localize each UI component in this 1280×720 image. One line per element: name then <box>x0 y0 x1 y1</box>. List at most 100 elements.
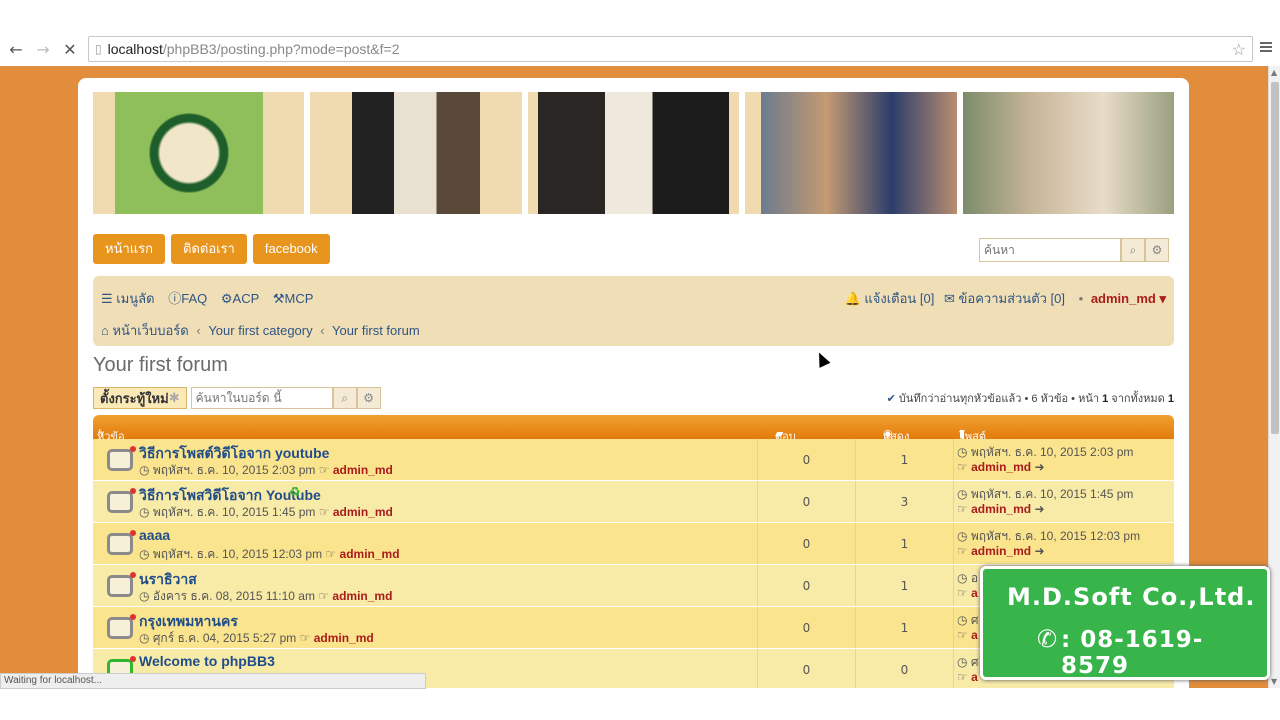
topic-author[interactable]: admin_md <box>340 547 400 561</box>
author-icon: ☞ <box>957 502 972 516</box>
forum-search-input[interactable] <box>190 387 333 409</box>
new-topic-button[interactable]: ตั้งกระทู้ใหม่ ✱ <box>93 387 187 409</box>
user-menu[interactable]: admin_md ▾ <box>1091 291 1166 306</box>
views-count: 1 <box>855 439 953 480</box>
browser-chrome: ← → ✕ ▯ localhost/phpBB3/posting.php?mod… <box>0 0 1280 66</box>
menu-icon[interactable] <box>1260 40 1272 54</box>
hamburger-icon: ☰ <box>101 291 117 306</box>
last-post-date: อ <box>970 571 979 585</box>
tab-contact[interactable]: ติดต่อเรา <box>171 234 247 264</box>
page-title[interactable]: Your first forum <box>93 354 1174 377</box>
top-search: ⌕ ⚙ <box>979 238 1169 262</box>
cogs-icon: ⚙ <box>220 291 233 306</box>
mcp-link[interactable]: ⚒MCP <box>273 291 314 306</box>
table-header: ϟหัวข้อ ▰ ตอบกลับ ◉ แสดง ▮ โพสต์ล่าสุด <box>93 415 1174 461</box>
quick-links-menu[interactable]: ☰ เมนูลัด <box>101 291 155 306</box>
author-icon: ☞ <box>957 628 972 642</box>
topic-author[interactable]: admin_md <box>333 505 393 519</box>
topic-title[interactable]: aaaa <box>139 527 170 543</box>
author-icon: ☞ <box>318 505 330 519</box>
replies-count: 0 <box>757 523 855 564</box>
bookmark-star-icon[interactable]: ☆ <box>1232 40 1246 60</box>
acp-label: ACP <box>232 291 260 306</box>
views-count: 1 <box>855 565 953 606</box>
topic-author[interactable]: admin_md <box>332 589 392 603</box>
page-icon: ▯ <box>95 42 102 56</box>
page-total: 1 <box>1167 393 1174 405</box>
breadcrumb-category[interactable]: Your first category <box>208 323 312 338</box>
search-icon[interactable]: ⌕ <box>1121 238 1145 262</box>
last-post-date: ศ <box>970 655 979 669</box>
topic-status-icon <box>107 614 136 639</box>
breadcrumb-forum[interactable]: Your first forum <box>332 323 420 338</box>
faq-label: FAQ <box>181 291 208 306</box>
author-icon: ☞ <box>957 544 972 558</box>
search-input[interactable] <box>979 238 1121 262</box>
tab-facebook[interactable]: facebook <box>252 234 330 264</box>
phone-icon: ✆ <box>1037 625 1058 653</box>
envelope-icon: ✉ <box>943 291 955 306</box>
goto-post-icon[interactable]: ➜ <box>1034 544 1044 558</box>
goto-post-icon[interactable]: ➜ <box>1034 460 1044 474</box>
scroll-up-icon[interactable]: ▲ <box>1271 68 1277 77</box>
banner-family-image <box>745 92 957 214</box>
topic-meta: ◷ ศุกร์ ธ.ค. 04, 2015 5:27 pm ☞ admin_md <box>139 629 374 648</box>
gear-icon[interactable]: ⚙ <box>1145 238 1169 262</box>
back-icon[interactable]: ← <box>3 36 29 62</box>
topic-status-icon <box>107 530 136 555</box>
topic-meta: ◷ อังคาร ธ.ค. 08, 2015 11:10 am ☞ admin_… <box>139 587 392 606</box>
url-host: localhost <box>107 41 163 57</box>
bell-icon: 🔔 <box>844 291 861 306</box>
new-topic-label: ตั้งกระทู้ใหม่ <box>100 391 169 407</box>
clock-icon: ◷ <box>957 613 971 627</box>
messages-link[interactable]: ✉ ข้อความส่วนตัว [0] <box>944 291 1065 306</box>
forum-search-icon[interactable]: ⌕ <box>332 387 357 409</box>
header-banner <box>93 92 1175 214</box>
topic-date: พฤหัสฯ. ธ.ค. 10, 2015 2:03 pm <box>152 463 316 477</box>
goto-post-icon[interactable]: ➜ <box>1034 502 1044 516</box>
clock-icon: ◷ <box>139 631 153 645</box>
browser-toolbar: ← → ✕ ▯ localhost/phpBB3/posting.php?mod… <box>0 34 1280 64</box>
messages-label: ข้อความส่วนตัว [0] <box>958 291 1066 306</box>
views-count: 0 <box>855 649 953 688</box>
notifications-label: แจ้งเตือน [0] <box>864 291 935 306</box>
clock-icon: ◷ <box>957 445 971 459</box>
clock-icon: ◷ <box>957 571 971 585</box>
topic-date: อังคาร ธ.ค. 08, 2015 11:10 am <box>152 589 315 603</box>
topic-meta: ◷ พฤหัสฯ. ธ.ค. 10, 2015 12:03 pm ☞ admin… <box>139 545 400 564</box>
last-post-meta: ◷ พฤหัสฯ. ธ.ค. 10, 2015 2:03 pm ☞ admin_m… <box>957 445 1133 475</box>
last-post-author[interactable]: admin_md <box>971 544 1031 558</box>
last-post-author[interactable]: admin_md <box>971 502 1031 516</box>
breadcrumb-home[interactable]: หน้าเว็บบอร์ด <box>112 323 188 338</box>
tab-home[interactable]: หน้าแรก <box>93 234 165 264</box>
last-post-date: พฤหัสฯ. ธ.ค. 10, 2015 1:45 pm <box>970 487 1134 501</box>
topic-author[interactable]: admin_md <box>333 463 393 477</box>
quick-links-row: ☰ เมนูลัด ⓘFAQ ⚙ACP ⚒MCP 🔔 แจ้งเตือน [0]… <box>101 291 1166 306</box>
author-icon: ☞ <box>957 670 972 684</box>
acp-link[interactable]: ⚙ACP <box>221 291 259 306</box>
last-post-author[interactable]: a <box>971 586 978 600</box>
quick-links-label: เมนูลัด <box>116 291 155 306</box>
topic-title[interactable]: Welcome to phpBB3 <box>139 653 275 669</box>
scrollbar-thumb[interactable] <box>1271 82 1279 434</box>
mcp-label: MCP <box>284 291 314 306</box>
clock-icon: ◷ <box>957 487 971 501</box>
last-post-author[interactable]: a <box>971 628 978 642</box>
forum-gear-icon[interactable]: ⚙ <box>356 387 381 409</box>
page-info-text[interactable]: บันทึกว่าอ่านทุกหัวข้อแล้ว • 6 หัวข้อ • … <box>899 393 1102 405</box>
topic-author[interactable]: admin_md <box>314 631 374 645</box>
topic-status-icon <box>107 446 136 471</box>
table-row: วิธีการโพสต์วิดีโอจาก youtube ◷ พฤหัสฯ. ธ… <box>93 439 1174 481</box>
page-middle: จากทั้งหมด <box>1108 393 1168 405</box>
faq-link[interactable]: ⓘFAQ <box>168 291 207 306</box>
notifications-link[interactable]: 🔔 แจ้งเตือน [0] <box>845 291 935 306</box>
author-icon: ☞ <box>318 463 330 477</box>
replies-count: 0 <box>757 607 855 648</box>
stop-icon[interactable]: ✕ <box>57 36 83 62</box>
forward-icon[interactable]: → <box>30 36 56 62</box>
address-bar[interactable]: ▯ localhost/phpBB3/posting.php?mode=post… <box>88 36 1253 62</box>
scroll-down-icon[interactable]: ▼ <box>1271 677 1277 686</box>
last-post-author[interactable]: a <box>971 670 978 684</box>
last-post-author[interactable]: admin_md <box>971 460 1031 474</box>
banner-logo-image <box>93 92 305 214</box>
